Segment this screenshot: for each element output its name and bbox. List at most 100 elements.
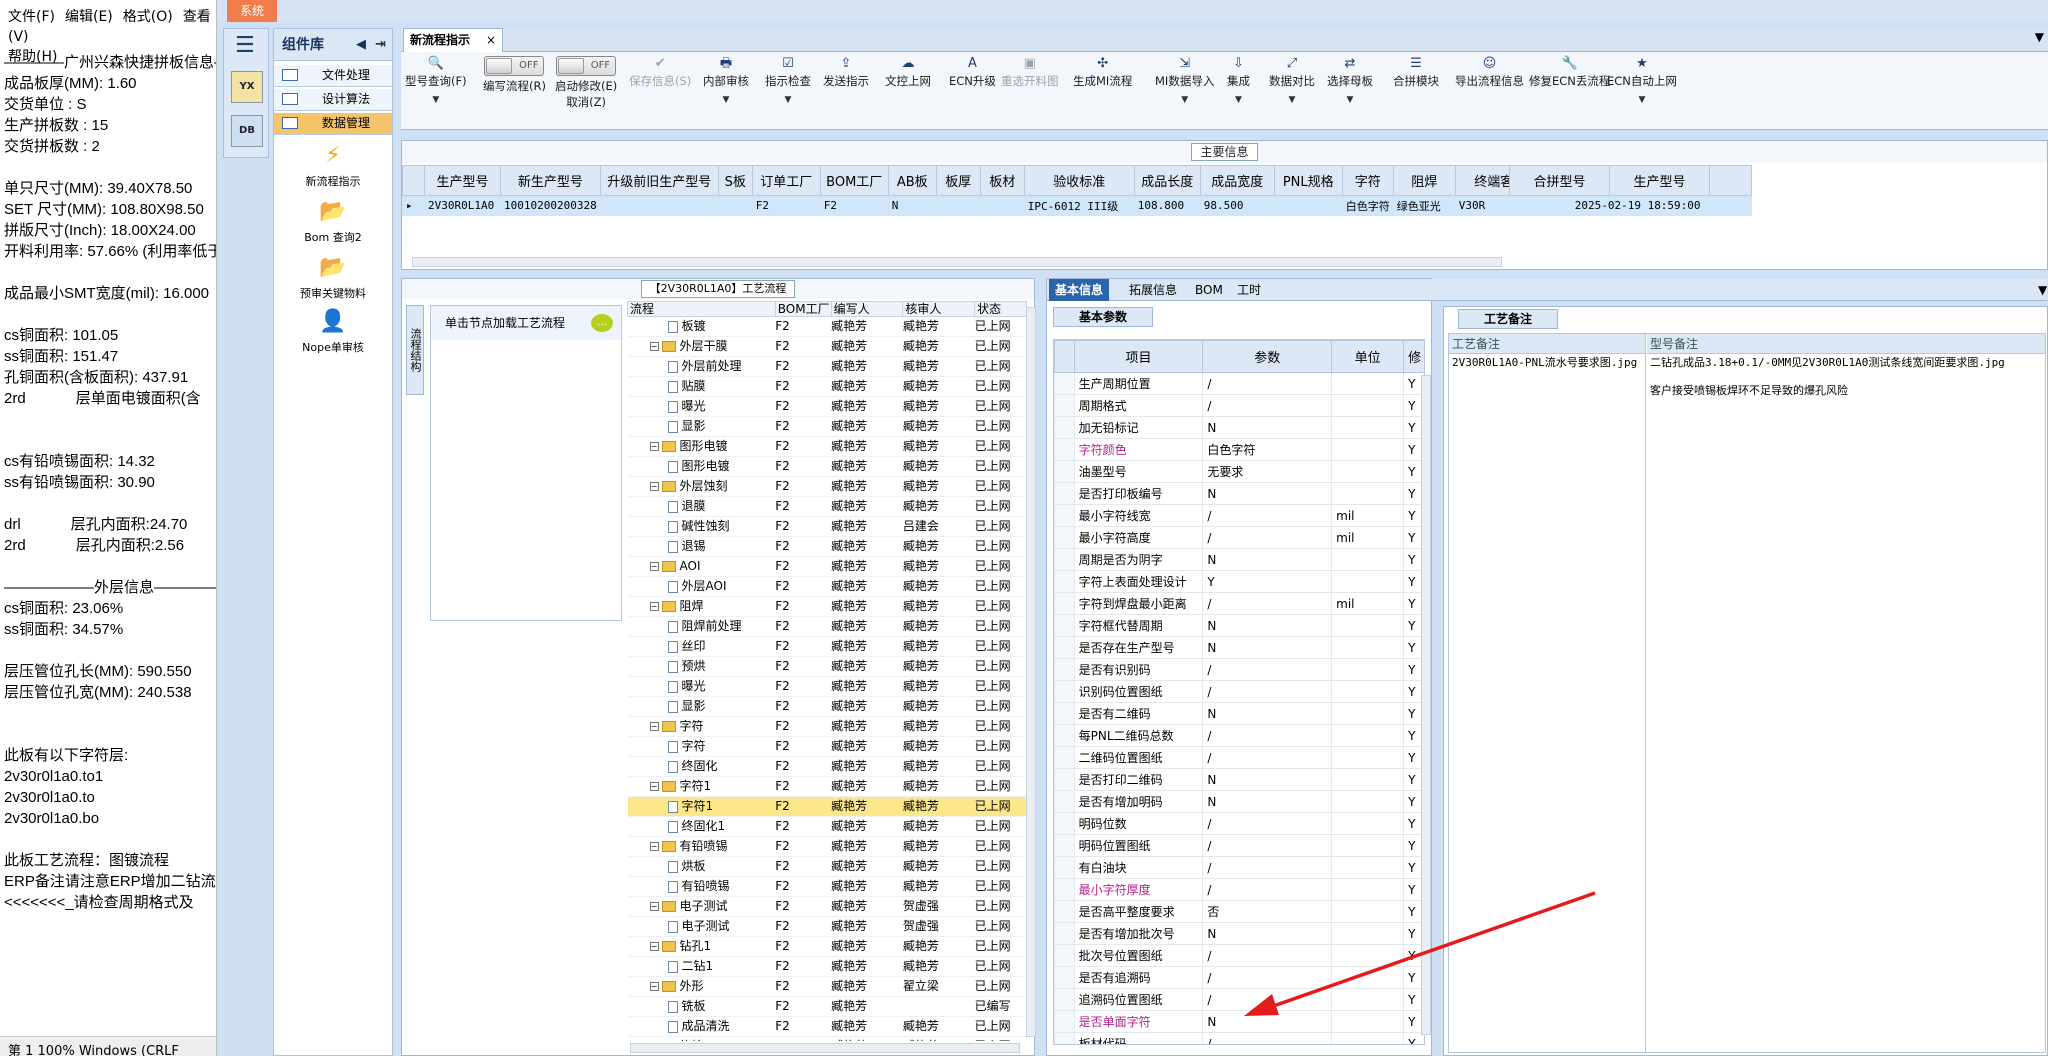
- param-cell[interactable]: /: [1202, 834, 1333, 857]
- param-cell[interactable]: 油墨型号: [1073, 460, 1204, 483]
- tree-row[interactable]: − 有铅喷锡 F2 臧艳芳 臧艳芳 已上网: [627, 836, 1027, 857]
- tree-row[interactable]: 曝光 F2 臧艳芳 臧艳芳 已上网: [627, 396, 1027, 417]
- param-row[interactable]: 周期是否为阴字 N Y: [1054, 548, 1424, 571]
- tree-row[interactable]: − 字符 F2 臧艳芳 臧艳芳 已上网: [627, 716, 1027, 737]
- toolbar-button-12[interactable]: ⇩ 集成 ▼: [1227, 56, 1250, 126]
- param-cell[interactable]: 是否有追溯码: [1073, 966, 1204, 989]
- tree-row[interactable]: −终检F2臧艳芳臧艳芳已上网: [627, 1036, 1027, 1041]
- column-header[interactable]: S板: [717, 165, 753, 196]
- expand-toggle-icon[interactable]: −: [649, 562, 659, 571]
- tree-node-cell[interactable]: 二钻1: [627, 956, 776, 977]
- param-cell[interactable]: 是否存在生产型号: [1073, 636, 1204, 659]
- horizontal-scrollbar[interactable]: [412, 257, 1502, 267]
- param-cell[interactable]: 最小字符线宽: [1073, 504, 1204, 527]
- param-cell[interactable]: [1331, 416, 1405, 439]
- param-cell[interactable]: 生产周期位置: [1073, 372, 1204, 395]
- expand-toggle-icon[interactable]: −: [649, 942, 659, 951]
- tree-node-cell[interactable]: 曝光: [627, 396, 776, 417]
- tool-bom-query[interactable]: 📂 Bom 查询2: [274, 199, 392, 245]
- column-header[interactable]: 参数: [1202, 340, 1333, 373]
- tree-row[interactable]: 终固化 F2 臧艳芳 臧艳芳 已上网: [627, 756, 1027, 777]
- tree-row[interactable]: 曝光 F2 臧艳芳 臧艳芳 已上网: [627, 676, 1027, 697]
- tree-row[interactable]: − 阻焊 F2 臧艳芳 臧艳芳 已上网: [627, 596, 1027, 617]
- vertical-scrollbar[interactable]: [1026, 307, 1036, 1037]
- tree-node-cell[interactable]: − 外层干膜: [627, 336, 776, 357]
- horizontal-scrollbar[interactable]: [630, 1043, 1020, 1053]
- tree-row[interactable]: 烘板 F2 臧艳芳 臧艳芳 已上网: [627, 856, 1027, 877]
- param-cell[interactable]: /: [1202, 680, 1333, 703]
- param-cell[interactable]: N: [1202, 482, 1333, 505]
- param-cell[interactable]: /: [1202, 746, 1333, 769]
- column-header[interactable]: 核审人: [902, 301, 976, 317]
- table-cell[interactable]: F2: [751, 195, 821, 216]
- process-notes-tab[interactable]: 工艺备注: [1458, 309, 1558, 329]
- param-cell[interactable]: 是否有增加明码: [1073, 790, 1204, 813]
- toolbar-button-18[interactable]: ★ ECN自动上网 ▼: [1607, 56, 1677, 126]
- tree-row[interactable]: 电子测试 F2 臧艳芳 贺虚强 已上网: [627, 916, 1027, 937]
- param-cell[interactable]: 最小字符厚度: [1073, 878, 1204, 901]
- tree-row[interactable]: 贴膜 F2 臧艳芳 臧艳芳 已上网: [627, 376, 1027, 397]
- chevron-down-icon[interactable]: ▼: [765, 95, 811, 105]
- lib-tab-data-management[interactable]: 数据管理: [274, 113, 392, 135]
- toolbar-button-14[interactable]: ⇄ 选择母板 ▼: [1327, 56, 1373, 126]
- param-cell[interactable]: N: [1202, 768, 1333, 791]
- param-cell[interactable]: 否: [1202, 900, 1333, 923]
- param-cell[interactable]: /: [1202, 1032, 1333, 1044]
- expand-toggle-icon[interactable]: −: [649, 722, 659, 731]
- param-row[interactable]: 最小字符高度 / mil Y: [1054, 526, 1424, 549]
- param-cell[interactable]: [1331, 614, 1405, 637]
- param-cell[interactable]: 周期格式: [1073, 394, 1204, 417]
- tree-node-cell[interactable]: − 字符1: [627, 776, 776, 797]
- tree-node-cell[interactable]: 显影: [627, 696, 776, 717]
- param-cell[interactable]: [1331, 768, 1405, 791]
- param-cell[interactable]: [1331, 834, 1405, 857]
- param-cell[interactable]: 最小字符高度: [1073, 526, 1204, 549]
- database-module-icon[interactable]: DB: [231, 115, 263, 147]
- tree-node-cell[interactable]: 板镀: [627, 316, 776, 337]
- tree-row[interactable]: − 钻孔1 F2 臧艳芳 臧艳芳 已上网: [627, 936, 1027, 957]
- chevron-down-icon[interactable]: ▼: [1269, 95, 1315, 105]
- param-cell[interactable]: [1331, 702, 1405, 725]
- param-row[interactable]: 是否有识别码 / Y: [1054, 658, 1424, 681]
- param-row[interactable]: 是否存在生产型号 N Y: [1054, 636, 1424, 659]
- tree-row[interactable]: − 字符1 F2 臧艳芳 臧艳芳 已上网: [627, 776, 1027, 797]
- tree-row[interactable]: 有铅喷锡 F2 臧艳芳 臧艳芳 已上网: [627, 876, 1027, 897]
- param-cell[interactable]: 明码位数: [1073, 812, 1204, 835]
- tree-node-cell[interactable]: 铣板: [627, 996, 776, 1017]
- tree-row[interactable]: 丝印 F2 臧艳芳 臧艳芳 已上网: [627, 636, 1027, 657]
- table-cell[interactable]: 108.800: [1133, 195, 1201, 216]
- column-header[interactable]: 修: [1403, 340, 1424, 373]
- param-cell[interactable]: Y: [1202, 570, 1333, 593]
- tree-node-cell[interactable]: − 外形: [627, 976, 776, 997]
- model-note-cell[interactable]: 二钻孔成品3.18+0.1/-0MM见2V30R0L1A0测试条线宽间距要求图.…: [1647, 354, 2045, 400]
- tab-new-flow-instruction[interactable]: 新流程指示 ×: [403, 28, 503, 52]
- param-cell[interactable]: [1331, 372, 1405, 395]
- param-cell[interactable]: N: [1202, 702, 1333, 725]
- param-cell[interactable]: /: [1202, 878, 1333, 901]
- column-header[interactable]: AB板: [887, 165, 937, 196]
- param-cell[interactable]: /: [1202, 526, 1333, 549]
- param-cell[interactable]: 是否高平整度要求: [1073, 900, 1204, 923]
- column-header[interactable]: 新生产型号: [500, 165, 601, 196]
- param-row[interactable]: 追溯码位置图纸 / Y: [1054, 988, 1424, 1011]
- tree-row[interactable]: 板镀 F2 臧艳芳 臧艳芳 已上网: [627, 316, 1027, 337]
- column-header[interactable]: 合拼型号: [1509, 165, 1610, 196]
- table-cell[interactable]: 2025-02-19 18:59:00: [1570, 195, 1752, 216]
- param-cell[interactable]: [1331, 966, 1405, 989]
- param-row[interactable]: 是否有增加批次号 N Y: [1054, 922, 1424, 945]
- param-cell[interactable]: [1331, 944, 1405, 967]
- tree-row[interactable]: 图形电镀 F2 臧艳芳 臧艳芳 已上网: [627, 456, 1027, 477]
- param-row[interactable]: 是否有追溯码 / Y: [1054, 966, 1424, 989]
- basic-params-table[interactable]: 项目 参数 单位修 生产周期位置 / Y 周期格式 / Y 加无铅标记 N Y 字符颜色 白色字符 Y 油墨…: [1053, 339, 1425, 1045]
- expand-toggle-icon[interactable]: −: [649, 982, 659, 991]
- param-row[interactable]: 是否有二维码 N Y: [1054, 702, 1424, 725]
- column-header[interactable]: PNL规格: [1273, 165, 1343, 196]
- tree-node-cell[interactable]: 有铅喷锡: [627, 876, 776, 897]
- param-row[interactable]: 板材代码 / Y: [1054, 1032, 1424, 1044]
- tree-row[interactable]: 阻焊前处理 F2 臧艳芳 臧艳芳 已上网: [627, 616, 1027, 637]
- expand-toggle-icon[interactable]: −: [649, 902, 659, 911]
- tree-node-cell[interactable]: 字符: [627, 736, 776, 757]
- expand-toggle-icon[interactable]: −: [649, 482, 659, 491]
- tree-node-cell[interactable]: − 电子测试: [627, 896, 776, 917]
- expand-toggle-icon[interactable]: −: [649, 842, 659, 851]
